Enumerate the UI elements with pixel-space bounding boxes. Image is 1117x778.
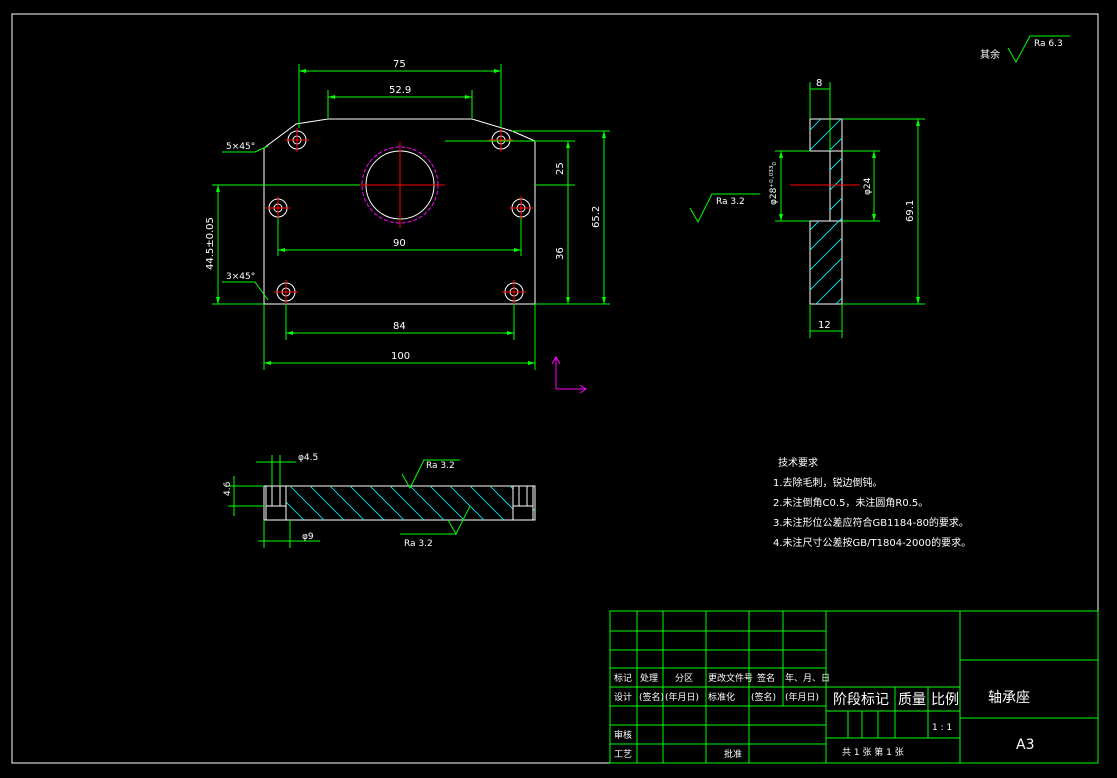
roughness-label: 其余 bbox=[980, 48, 1000, 61]
side-dim-inner: φ24 bbox=[863, 177, 873, 195]
tb-header-zone: 分区 bbox=[675, 673, 693, 684]
tb-audit: 审核 bbox=[614, 729, 632, 741]
tb-sheet-info: 共 1 张 第 1 张 bbox=[842, 746, 904, 758]
dim-chamfer-top: 5×45° bbox=[226, 142, 255, 152]
tb-weight: 质量 bbox=[898, 692, 926, 708]
tb-std-date: (年月日) bbox=[785, 691, 819, 703]
side-dim-top: 8 bbox=[816, 78, 822, 89]
tech-req-item-1: 1.去除毛刺，锐边倒钝。 bbox=[773, 476, 883, 489]
dim-overall-width: 100 bbox=[391, 351, 410, 362]
side-dim-height: 69.1 bbox=[905, 200, 916, 222]
dim-top-inner: 52.9 bbox=[389, 85, 411, 96]
dim-chamfer-bottom: 3×45° bbox=[226, 272, 255, 282]
side-roughness: Ra 3.2 bbox=[716, 197, 745, 207]
tb-design: 设计 bbox=[614, 691, 632, 703]
dim-hole-spacing-bottom: 84 bbox=[393, 321, 406, 332]
tb-approve: 批准 bbox=[724, 748, 742, 760]
dim-right-lower: 36 bbox=[555, 247, 566, 260]
section-roughness-bottom: Ra 3.2 bbox=[404, 539, 433, 549]
tb-scale: 比例 bbox=[931, 692, 959, 708]
tech-req-item-4: 4.未注尺寸公差按GB/T1804-2000的要求。 bbox=[773, 536, 971, 549]
dim-overall-top: 75 bbox=[393, 59, 406, 70]
tech-req-item-2: 2.未注倒角C0.5，未注圆角R0.5。 bbox=[773, 496, 928, 509]
side-dim-bottom: 12 bbox=[818, 320, 831, 331]
tb-header-change-doc: 更改文件号 bbox=[708, 672, 753, 684]
section-dim-thickness: 4.6 bbox=[223, 481, 233, 496]
tb-part-name: 轴承座 bbox=[988, 690, 1030, 706]
tb-header-mark: 标记 bbox=[614, 672, 632, 684]
tb-header-date: 年、月、日 bbox=[785, 672, 830, 684]
dim-left-height: 44.5±0.05 bbox=[205, 217, 216, 270]
section-dim-hole-large: φ9 bbox=[302, 532, 314, 542]
tb-header-process: 处理 bbox=[640, 672, 658, 684]
dim-right-upper: 25 bbox=[555, 162, 566, 175]
tb-header-sign: 签名 bbox=[757, 672, 775, 684]
tb-scale-value: 1 : 1 bbox=[932, 723, 952, 733]
tb-stage-mark: 阶段标记 bbox=[833, 692, 889, 708]
cad-drawing: 其余 Ra 6.3 75 52.9 5×45° 3×45° 90 84 100 … bbox=[0, 0, 1117, 778]
tb-std-sign: (签名) bbox=[751, 691, 776, 703]
roughness-value: Ra 6.3 bbox=[1034, 39, 1063, 49]
section-dim-hole-small: φ4.5 bbox=[298, 453, 318, 463]
tb-standardization: 标准化 bbox=[708, 691, 735, 703]
tech-req-item-3: 3.未注形位公差应符合GB1184-80的要求。 bbox=[773, 516, 969, 529]
dim-overall-height: 65.2 bbox=[591, 206, 602, 228]
tb-process: 工艺 bbox=[614, 749, 632, 760]
tb-design-sign: (签名) bbox=[639, 691, 664, 703]
side-dim-bore: φ28⁺⁰·⁰³³₀ bbox=[769, 162, 779, 205]
dim-hole-spacing-mid: 90 bbox=[393, 238, 406, 249]
tb-design-date: (年月日) bbox=[665, 691, 699, 703]
tb-paper-size: A3 bbox=[1016, 737, 1034, 753]
tech-req-title: 技术要求 bbox=[778, 456, 818, 469]
section-roughness-top: Ra 3.2 bbox=[426, 461, 455, 471]
